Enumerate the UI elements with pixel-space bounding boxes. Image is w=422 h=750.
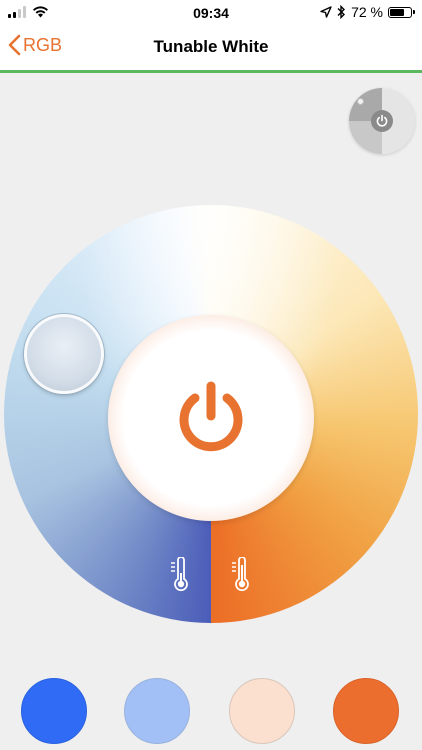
battery-percent: 72 %	[351, 4, 383, 20]
battery-icon	[388, 6, 415, 18]
status-bar: 09:34 72 %	[0, 0, 422, 26]
corner-power-toggle[interactable]	[349, 88, 415, 154]
power-icon	[179, 381, 243, 452]
location-arrow-icon	[320, 6, 332, 18]
bluetooth-icon	[337, 5, 346, 19]
page-title: Tunable White	[153, 37, 269, 56]
status-right: 72 %	[320, 4, 415, 20]
preset-color-orange[interactable]	[333, 678, 399, 744]
preset-color-light-blue[interactable]	[124, 678, 190, 744]
main-power-button[interactable]	[126, 333, 296, 503]
preset-color-blue[interactable]	[21, 678, 87, 744]
preset-color-peach[interactable]	[229, 678, 295, 744]
nav-divider	[0, 70, 422, 73]
power-icon	[371, 110, 393, 132]
navigation-bar: RGB Tunable White	[0, 26, 422, 70]
thermometer-high-icon	[232, 557, 249, 592]
thermometer-low-icon	[171, 557, 188, 592]
color-selector-knob[interactable]	[24, 314, 104, 394]
toggle-indicator-dot	[357, 98, 364, 105]
